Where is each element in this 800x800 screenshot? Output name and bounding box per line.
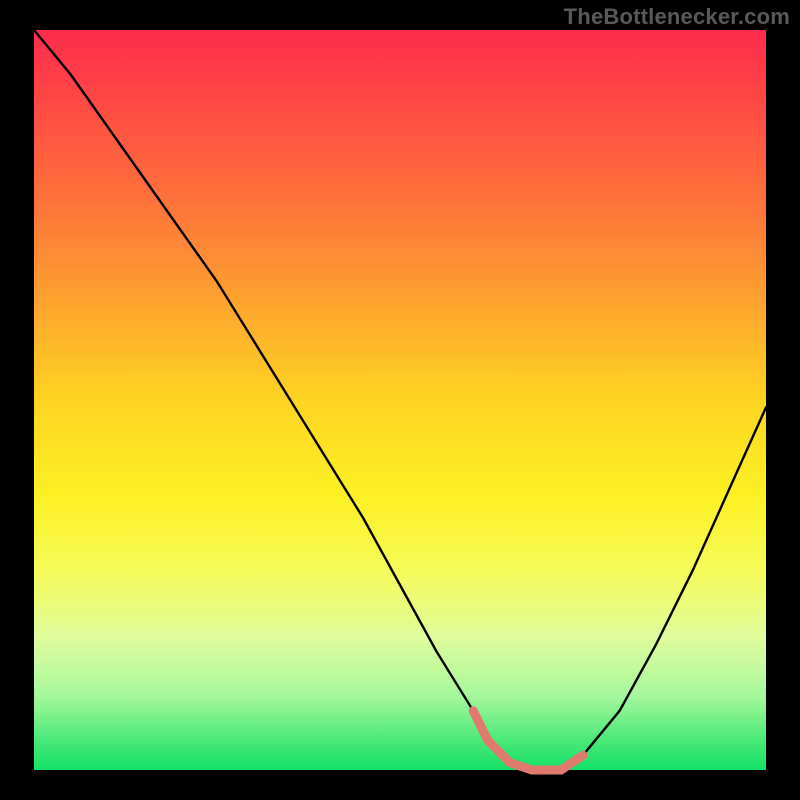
watermark-text: TheBottlenecker.com [564, 4, 790, 30]
chart-frame: TheBottlenecker.com [0, 0, 800, 800]
bottleneck-chart [0, 0, 800, 800]
plot-background [34, 30, 766, 770]
